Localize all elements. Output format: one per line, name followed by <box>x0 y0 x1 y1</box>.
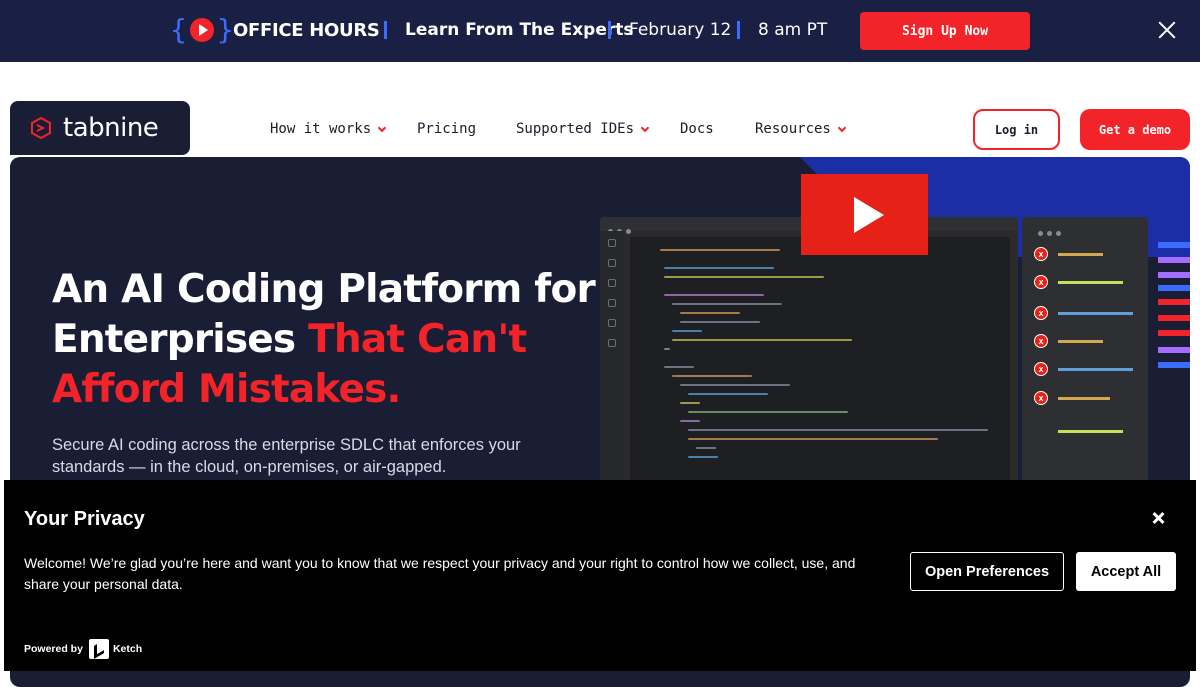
decorative-bar <box>1158 347 1190 353</box>
decorative-bar <box>1158 272 1190 278</box>
review-line <box>1058 253 1103 256</box>
code-line <box>672 339 852 341</box>
code-line <box>688 456 718 458</box>
code-line <box>680 312 740 314</box>
cookie-banner: Your Privacy Welcome! We’re glad you’re … <box>4 480 1196 671</box>
code-line <box>680 321 760 323</box>
code-line <box>688 411 848 413</box>
cookie-title: Your Privacy <box>24 508 145 530</box>
close-announcement-icon[interactable] <box>1156 19 1178 41</box>
review-line <box>1058 340 1103 343</box>
divider <box>608 21 611 39</box>
close-cookie-icon[interactable] <box>1150 510 1166 526</box>
review-panel-screenshot: xxxxxx <box>1022 217 1148 517</box>
code-line <box>664 276 824 278</box>
decorative-bar <box>1158 242 1190 248</box>
office-hours-logo: { } <box>170 13 234 47</box>
event-name: OFFICE HOURS <box>233 20 380 41</box>
review-line <box>1058 430 1123 433</box>
logo-text: tabnine <box>63 113 159 143</box>
chevron-down-icon <box>377 123 387 132</box>
nav-pricing[interactable]: Pricing <box>417 121 476 137</box>
powered-by-ketch[interactable]: Powered by Ketch <box>24 639 142 659</box>
hero-title: An AI Coding Platform for Enterprises Th… <box>52 265 612 415</box>
code-line <box>672 303 782 305</box>
error-icon: x <box>1034 275 1048 289</box>
code-line <box>672 375 752 377</box>
decorative-bar <box>1158 362 1190 368</box>
divider <box>384 21 387 39</box>
divider <box>737 21 740 39</box>
review-line <box>1058 281 1123 284</box>
play-icon <box>189 18 214 42</box>
code-line <box>688 438 938 440</box>
nav-label: Docs <box>680 121 714 137</box>
decorative-bar <box>1158 257 1190 263</box>
chevron-down-icon <box>640 123 650 132</box>
brace-left-icon: { <box>170 13 187 46</box>
open-preferences-button[interactable]: Open Preferences <box>910 552 1064 591</box>
error-icon: x <box>1034 362 1048 376</box>
nav-label: Pricing <box>417 121 477 137</box>
nav-label: Supported IDEs <box>516 121 635 137</box>
login-button[interactable]: Log in <box>973 109 1060 150</box>
code-line <box>664 267 774 269</box>
code-line <box>688 393 768 395</box>
event-date: February 12 <box>629 20 732 40</box>
sign-up-button[interactable]: Sign Up Now <box>860 12 1030 50</box>
error-icon: x <box>1034 391 1048 405</box>
provider-name: Ketch <box>112 643 143 655</box>
tabnine-logo-icon <box>31 117 51 139</box>
code-area <box>630 237 1010 517</box>
code-line <box>664 348 670 350</box>
chevron-down-icon <box>837 123 847 132</box>
accept-all-button[interactable]: Accept All <box>1076 552 1176 591</box>
code-editor-screenshot <box>600 217 1018 517</box>
announcement-bar: { } OFFICE HOURS Learn From The Experts … <box>0 0 1200 62</box>
error-icon: x <box>1034 247 1048 261</box>
decorative-bar <box>1158 315 1190 321</box>
video-play-button[interactable] <box>801 174 928 255</box>
nav-label: Resources <box>755 121 831 137</box>
nav-docs[interactable]: Docs <box>680 121 714 137</box>
code-line <box>672 330 702 332</box>
code-line <box>664 294 764 296</box>
ketch-logo-icon <box>88 639 109 659</box>
error-icon: x <box>1034 334 1048 348</box>
nav-supported-ides[interactable]: Supported IDEs <box>516 121 650 137</box>
decorative-bar <box>1158 330 1190 336</box>
decorative-bar <box>1158 285 1190 291</box>
nav-how-it-works[interactable]: How it works <box>270 121 387 137</box>
brace-right-icon: } <box>216 13 234 46</box>
review-line <box>1058 397 1110 400</box>
code-line <box>688 429 988 431</box>
powered-by-label: Powered by <box>24 643 83 655</box>
review-line <box>1058 312 1133 315</box>
event-topic: Learn From The Experts <box>405 20 634 40</box>
get-demo-button[interactable]: Get a demo <box>1080 109 1190 150</box>
hero-subtitle: Secure AI coding across the enterprise S… <box>52 436 521 476</box>
code-line <box>664 366 694 368</box>
nav-label: How it works <box>270 121 372 137</box>
nav-resources[interactable]: Resources <box>755 121 847 137</box>
play-icon <box>853 196 884 233</box>
code-line <box>680 402 700 404</box>
event-time: 8 am PT <box>758 20 828 40</box>
logo[interactable]: tabnine <box>10 101 190 155</box>
code-line <box>680 420 700 422</box>
error-icon: x <box>1034 306 1048 320</box>
code-line <box>696 447 716 449</box>
code-line <box>660 249 780 251</box>
window-dots <box>1038 223 1065 241</box>
editor-activity-bar <box>600 231 624 517</box>
code-line <box>680 384 790 386</box>
cookie-message: Welcome! We’re glad you’re here and want… <box>24 555 856 592</box>
review-line <box>1058 368 1133 371</box>
decorative-bar <box>1158 299 1190 305</box>
